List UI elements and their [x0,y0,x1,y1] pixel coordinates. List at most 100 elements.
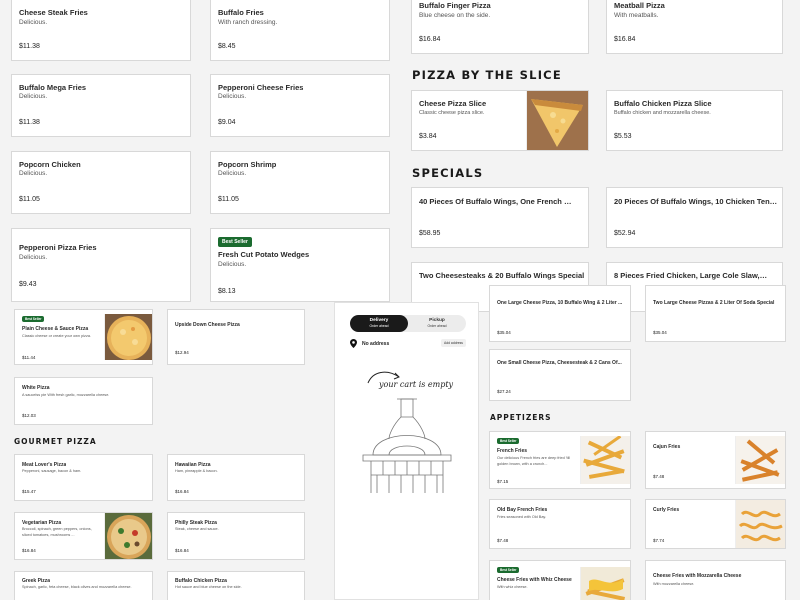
item-name: Cheese Fries with Whiz Cheese [497,577,572,583]
item-price: $9.43 [19,281,37,288]
menu-item-card[interactable]: 40 Pieces Of Buffalo Wings, One French F… [411,187,589,248]
cart-empty-message: your cart is empty [379,380,454,389]
item-price: $7.74 [653,538,665,543]
item-name: White Pizza [22,385,50,391]
item-name: Cajun Fries [653,444,681,450]
item-name: Pepperoni Pizza Fries [19,243,97,252]
item-price: $11.38 [19,119,40,126]
item-name: Buffalo Finger Pizza [419,1,491,10]
item-price: $16.84 [419,36,441,43]
menu-item-card[interactable]: Two Large Cheese Pizzas & 2 Liter Of Sod… [645,285,786,342]
delivery-pickup-toggle[interactable]: Delivery Order ahead Pickup Order ahead [350,315,466,332]
delivery-option[interactable]: Delivery Order ahead [350,315,408,332]
item-name: Greek Pizza [22,578,51,584]
menu-item-card[interactable]: Buffalo Mega Fries Delicious. $11.38 [11,74,191,137]
address-label: No address [362,341,390,347]
item-name: 8 Pieces Fried Chicken, Large Cole Slaw,… [614,271,768,280]
menu-item-card[interactable]: Meat Lover's Pizza Pepperoni, sausage, b… [14,454,153,501]
item-description: Delicious. [19,93,48,100]
menu-item-card[interactable]: White Pizza A saucelss pie With fresh ga… [14,377,153,425]
menu-item-card[interactable]: 20 Pieces Of Buffalo Wings, 10 Chicken T… [606,187,783,248]
menu-item-card[interactable]: Buffalo Chicken Pizza Slice Buffalo chic… [606,90,783,151]
item-price: $11.38 [19,43,40,50]
menu-item-card[interactable]: Buffalo Chicken Pizza Hot sauce and blue… [167,571,305,600]
menu-item-card[interactable]: Old Bay French Fries Fries seasoned with… [489,499,631,549]
item-description: Spinach, garlic, feta cheese, black oliv… [22,585,132,589]
menu-item-card[interactable]: Meatball Pizza With meatballs. $16.84 [606,0,783,54]
item-name: Two Cheesesteaks & 20 Buffalo Wings Spec… [419,271,585,280]
item-name: Vegetarian Pizza [22,520,62,526]
menu-item-card[interactable]: Pepperoni Cheese Fries Delicious. $9.04 [210,74,390,137]
item-name: Cheese Fries with Mozzarella Cheese [653,573,742,579]
menu-item-card[interactable]: Best Seller Cheese Fries with Whiz Chees… [489,560,631,600]
fries-image [580,567,630,600]
best-seller-badge: Best Seller [497,567,520,573]
menu-item-card[interactable]: Popcorn Chicken Delicious. $11.05 [11,151,191,214]
item-description: With ranch dressing. [218,19,278,26]
item-name: Plain Cheese & Sauce Pizza [22,326,89,332]
item-price: $52.94 [614,230,636,237]
menu-item-card[interactable]: Cheese Steak Fries Delicious. $11.38 [11,0,191,61]
fries-image [735,500,785,548]
item-name: Meatball Pizza [614,1,665,10]
item-price: $27.24 [497,389,511,394]
item-description: With meatballs. [614,12,659,19]
menu-item-card[interactable]: Pepperoni Pizza Fries Delicious. $9.43 [11,228,191,302]
menu-item-card[interactable]: Buffalo Fries With ranch dressing. $8.45 [210,0,390,61]
item-description: Pepperoni, sausage, bacon & ham. [22,469,82,473]
item-price: $8.45 [218,43,236,50]
item-price: $11.44 [22,355,36,360]
menu-item-card[interactable]: One Small Cheese Pizza, Cheesesteak & 2 … [489,349,631,401]
pickup-option[interactable]: Pickup Order ahead [408,315,466,332]
item-price: $3.84 [419,133,437,140]
menu-item-card[interactable]: Curly Fries $7.74 [645,499,786,549]
item-name: Fresh Cut Potato Wedges [218,250,310,259]
menu-item-card[interactable]: Philly Steak Pizza Steak, cheese and sau… [167,512,305,560]
fries-image [580,436,630,484]
menu-item-card[interactable]: Best Seller French Fries Our delicious F… [489,431,631,489]
menu-item-card[interactable]: Buffalo Finger Pizza Blue cheese on the … [411,0,589,54]
pickup-sublabel: Order ahead [427,324,447,328]
item-price: $11.05 [19,196,40,203]
pizza-image [104,314,152,360]
menu-item-card[interactable]: One Large Cheese Pizza, 10 Buffalo Wing … [489,285,631,342]
item-name: Cheese Steak Fries [19,8,88,17]
item-name: Old Bay French Fries [497,507,548,513]
item-description: Buffalo chicken and mozzarella cheese. [614,110,711,116]
menu-item-card[interactable]: Cheese Pizza Slice Classic cheese pizza … [411,90,589,151]
item-price: $7.48 [497,538,509,543]
fries-image [735,436,785,484]
item-price: $16.84 [22,548,36,553]
item-description: Hot sauce and blue cheese on the side. [175,585,242,589]
delivery-label: Delivery [369,318,389,323]
item-name: Buffalo Fries [218,8,264,17]
section-heading-pizza-by-slice: Pizza by the Slice [412,68,562,82]
item-price: $9.04 [218,119,236,126]
item-name: One Small Cheese Pizza, Cheesesteak & 2 … [497,360,622,366]
item-name: French Fries [497,448,528,454]
item-name: Pepperoni Cheese Fries [218,83,304,92]
item-name: Buffalo Chicken Pizza [175,578,227,584]
menu-item-card[interactable]: Upside Down Cheese Pizza $12.94 [167,309,305,365]
item-description: Delicious. [19,170,48,177]
best-seller-badge: Best Seller [22,316,45,322]
best-seller-badge: Best Seller [218,237,252,247]
item-description: Delicious. [19,254,48,261]
menu-item-card[interactable]: Best Seller Fresh Cut Potato Wedges Deli… [210,228,390,302]
menu-item-card[interactable]: Greek Pizza Spinach, garlic, feta cheese… [14,571,153,600]
item-price: $15.47 [22,489,36,494]
item-name: Curly Fries [653,507,680,513]
add-address-button[interactable]: Add address [440,339,466,347]
menu-item-card[interactable]: Cajun Fries $7.48 [645,431,786,489]
menu-item-card[interactable]: Popcorn Shrimp Delicious. $11.05 [210,151,390,214]
menu-item-card[interactable]: Cheese Fries with Mozzarella Cheese With… [645,560,786,600]
item-description: Ham, pineapple & bacon. [175,469,218,473]
pizza-image [104,513,152,559]
menu-item-card[interactable]: Hawaiian Pizza Ham, pineapple & bacon. $… [167,454,305,501]
item-name: 40 Pieces Of Buffalo Wings, One French F… [419,197,576,206]
item-description: With mozzarella cheese. [653,582,695,586]
item-name: Popcorn Chicken [19,160,81,169]
menu-item-card[interactable]: Best Seller Plain Cheese & Sauce Pizza C… [14,309,153,365]
menu-item-card[interactable]: Vegetarian Pizza Broccoli, spinach, gree… [14,512,153,560]
location-pin-icon [350,339,357,348]
